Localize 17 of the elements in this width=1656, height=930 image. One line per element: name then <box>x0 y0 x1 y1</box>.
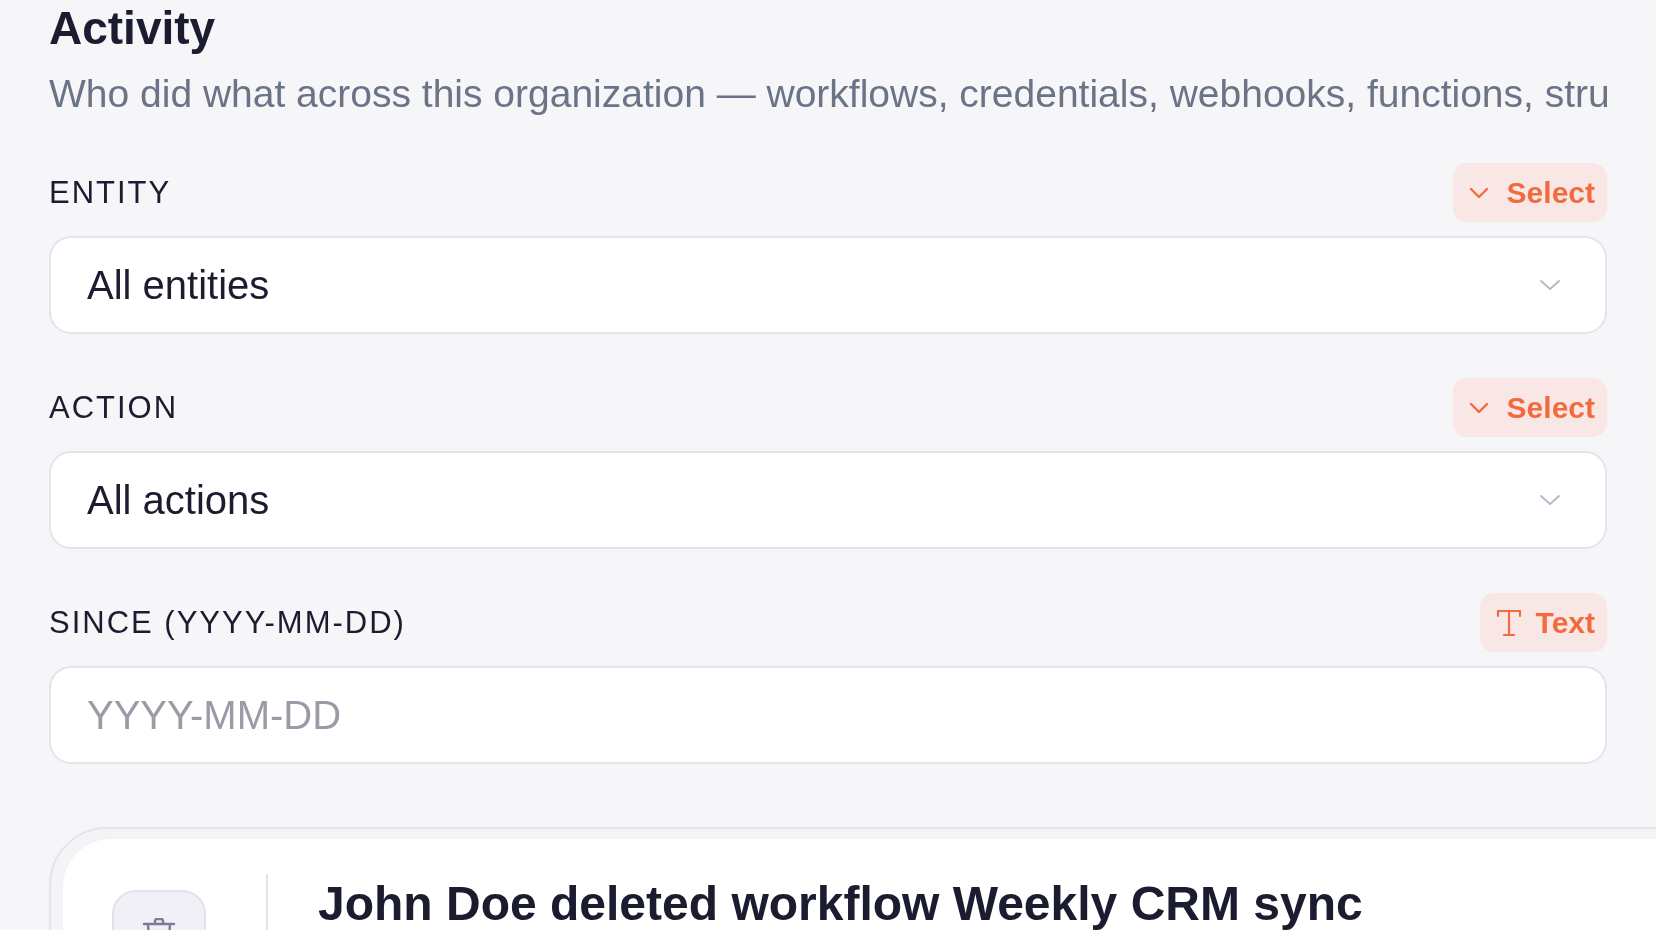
text-icon <box>1495 608 1522 637</box>
page-title: Activity <box>49 1 216 56</box>
field-label: ACTION <box>49 389 179 426</box>
field-type-button[interactable]: Select <box>1452 378 1607 437</box>
field-type-button[interactable]: Text <box>1479 593 1607 652</box>
dropdown-field[interactable]: All entities <box>49 236 1607 334</box>
date-input-field[interactable]: YYYY-MM-DD <box>49 666 1607 764</box>
field-label: ENTITY <box>49 174 172 211</box>
chevron-down-icon <box>1468 401 1489 414</box>
event-title: John Doe deleted workflow Weekly CRM sync <box>318 876 1363 930</box>
page-description: Who did what across this organization — workflows, credentials, webhooks, functions, stru <box>49 72 1610 116</box>
dropdown-field[interactable]: All actions <box>49 451 1607 549</box>
field-type-button[interactable]: Select <box>1452 163 1607 222</box>
chevron-down-icon <box>1468 186 1489 199</box>
chevron-down-icon <box>1539 279 1561 291</box>
field-label: SINCE (YYYY-MM-DD) <box>49 604 406 641</box>
chevron-down-icon <box>1539 494 1561 506</box>
